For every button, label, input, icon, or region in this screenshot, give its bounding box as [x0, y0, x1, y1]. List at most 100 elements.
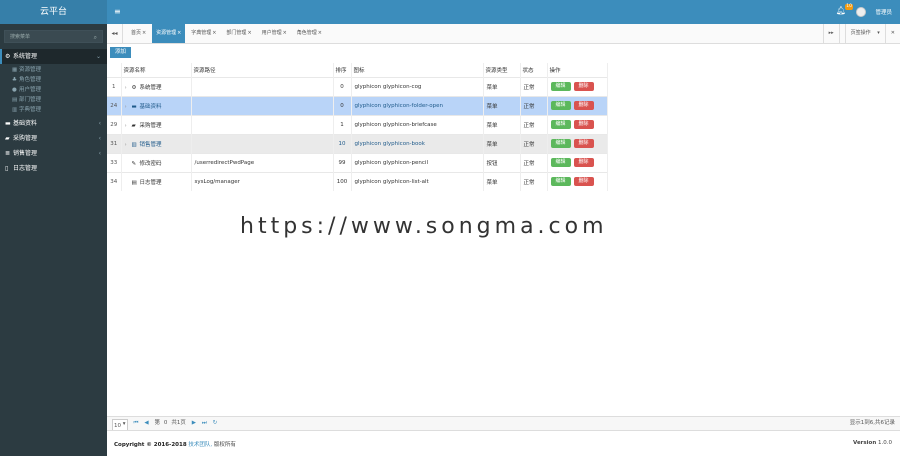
tab-label: 字典管理	[191, 30, 212, 36]
cell-actions: 编辑 删除	[547, 152, 608, 172]
sidebar-group-sales[interactable]: ≣ 销售管理 ‹	[0, 146, 107, 161]
row-number: 1	[107, 76, 122, 96]
edit-button[interactable]: 编辑	[550, 120, 571, 129]
list-alt-icon: ▤	[131, 179, 137, 186]
edit-button[interactable]: 编辑	[550, 101, 571, 110]
cell-sort: 10	[333, 133, 352, 153]
table-row[interactable]: 31 › ▥ 销售管理 10 glyphicon glyphicon-book 菜单…	[107, 133, 608, 153]
sidebar-item-resource[interactable]: ▦ 资源管理	[0, 65, 107, 75]
sidebar-item-user[interactable]: ● 用户管理	[0, 85, 107, 95]
column-header[interactable]: 资源类型	[483, 63, 521, 77]
chevron-left-icon: ‹	[98, 150, 101, 157]
sidebar-group-log[interactable]: ▯ 日志管理	[0, 161, 107, 176]
page-input[interactable]: 0	[164, 417, 168, 430]
resource-name: 修改密码	[139, 160, 162, 167]
first-page-icon[interactable]: ⏮	[133, 417, 138, 430]
column-header[interactable]: 图标	[351, 63, 484, 77]
sidebar-group-label: 基础资料	[13, 120, 38, 127]
search-icon[interactable]: ⌕	[94, 34, 97, 42]
folder-icon: ▬	[5, 120, 11, 127]
cell-path: /userredirectPwdPage	[191, 152, 334, 172]
brand-logo[interactable]: 云平台	[0, 0, 107, 24]
table-row[interactable]: 24 › ▬ 基础资料 0 glyphicon glyphicon-folder-o…	[107, 95, 608, 115]
sidebar-item-dict[interactable]: ▥ 字典管理	[0, 105, 107, 115]
close-icon[interactable]: ×	[142, 30, 146, 36]
next-page-icon[interactable]: ▶	[192, 417, 196, 430]
rights-text: 版权所有	[213, 442, 236, 448]
sidebar-group-system[interactable]: ⚙ 系统管理 ⌄	[0, 49, 107, 64]
team-link[interactable]: 技术团队,	[188, 442, 212, 448]
cell-icon: glyphicon glyphicon-book	[351, 133, 484, 153]
edit-button[interactable]: 编辑	[550, 82, 571, 91]
tab-resource[interactable]: 资源管理×	[152, 24, 186, 43]
list-icon: ≣	[5, 150, 11, 157]
pagination-bar: 10 ▾ ⏮ ◀ 第 0 共1页 ▶ ⏭ ↻ 显示1到6,共6记录	[107, 416, 900, 434]
sidebar-group-label: 采购管理	[13, 135, 38, 142]
user-icon: ●	[12, 87, 17, 93]
sidebar-group-purchase[interactable]: ▰ 采购管理 ‹	[0, 131, 107, 146]
scroll-left-icon[interactable]: ◂◂	[107, 24, 123, 43]
cell-name: ✎ 修改密码	[121, 152, 192, 172]
delete-button[interactable]: 删除	[573, 139, 594, 148]
sidebar-search: ⌕	[4, 30, 103, 43]
expand-icon[interactable]: ›	[125, 142, 132, 148]
gear-icon: ⚙	[5, 53, 11, 60]
chevron-down-icon: ⌄	[95, 53, 101, 60]
close-icon[interactable]: ×	[212, 30, 216, 36]
expand-icon[interactable]: ›	[125, 104, 132, 110]
close-all-icon[interactable]: ✕	[884, 24, 900, 43]
copyright-text: Copyright © 2016-2018	[114, 442, 187, 448]
sidebar-item-role[interactable]: ♣ 角色管理	[0, 75, 107, 85]
edit-button[interactable]: 编辑	[550, 139, 571, 148]
add-button[interactable]: 添加	[110, 47, 132, 58]
tab-label: 用户管理	[261, 30, 282, 36]
tab-home[interactable]: 首页×	[127, 24, 150, 43]
tab-user[interactable]: 用户管理×	[258, 24, 291, 43]
close-icon[interactable]: ×	[177, 30, 181, 36]
edit-button[interactable]: 编辑	[550, 177, 571, 187]
cell-sort: 0	[333, 95, 352, 115]
cell-name: › ▥ 销售管理	[121, 133, 192, 153]
cell-path	[191, 114, 334, 134]
tabs-right-controls: ▸▸ 页签操作 ▾ ✕	[822, 24, 900, 43]
version-label: Version	[852, 440, 877, 446]
expand-icon[interactable]: ›	[125, 85, 132, 91]
edit-button[interactable]: 编辑	[550, 158, 571, 167]
scroll-right-icon[interactable]: ▸▸	[822, 24, 839, 43]
prev-page-icon[interactable]: ◀	[144, 417, 148, 430]
refresh-icon[interactable]: ↻	[213, 417, 218, 430]
avatar[interactable]	[856, 7, 866, 17]
hamburger-icon[interactable]: ≡	[114, 7, 121, 16]
cell-actions: 编辑 删除	[547, 133, 608, 153]
sidebar-item-dept[interactable]: ▤ 部门管理	[0, 95, 107, 105]
tab-role[interactable]: 角色管理×	[293, 24, 326, 43]
column-header[interactable]: 状态	[520, 63, 548, 77]
tab-ops-dropdown[interactable]: 页签操作 ▾	[838, 24, 885, 43]
search-input[interactable]	[5, 31, 102, 42]
last-page-icon[interactable]: ⏭	[202, 417, 207, 430]
close-icon[interactable]: ×	[283, 30, 287, 36]
close-icon[interactable]: ×	[247, 30, 251, 36]
column-header[interactable]: 资源路径	[191, 63, 334, 77]
tab-dept[interactable]: 部门管理×	[222, 24, 255, 43]
table-row[interactable]: 34 ▤ 日志管理 sysLog/manager 100 glyphicon gl…	[107, 171, 608, 191]
close-icon[interactable]: ×	[318, 30, 322, 36]
tab-dict[interactable]: 字典管理×	[187, 24, 220, 43]
delete-button[interactable]: 删除	[573, 101, 594, 110]
delete-button[interactable]: 删除	[573, 158, 594, 167]
column-header[interactable]: 资源名称	[121, 63, 192, 77]
user-name[interactable]: 管理员	[875, 8, 892, 16]
sidebar-group-base[interactable]: ▬ 基础资料 ‹	[0, 116, 107, 131]
delete-button[interactable]: 删除	[573, 82, 594, 91]
page-prefix: 第	[154, 420, 160, 426]
expand-icon[interactable]: ›	[125, 123, 132, 129]
sidebar-group-label: 系统管理	[13, 53, 38, 60]
table-row[interactable]: 1 › ⚙ 系统管理 0 glyphicon glyphicon-cog 菜单 正常…	[107, 76, 608, 96]
table-row[interactable]: 33 ✎ 修改密码 /userredirectPwdPage 99 glyphic…	[107, 152, 608, 172]
delete-button[interactable]: 删除	[573, 120, 594, 129]
table-row[interactable]: 29 › ▰ 采购管理 1 glyphicon glyphicon-briefcas…	[107, 114, 608, 134]
column-header[interactable]: 排序	[333, 63, 352, 77]
sitemap-icon: ▤	[12, 97, 18, 103]
delete-button[interactable]: 删除	[573, 177, 594, 187]
tabs-bar: ◂◂ 首页× 资源管理× 字典管理× 部门管理× 用户管理× 角色管理× ▸▸ 页…	[107, 24, 900, 44]
